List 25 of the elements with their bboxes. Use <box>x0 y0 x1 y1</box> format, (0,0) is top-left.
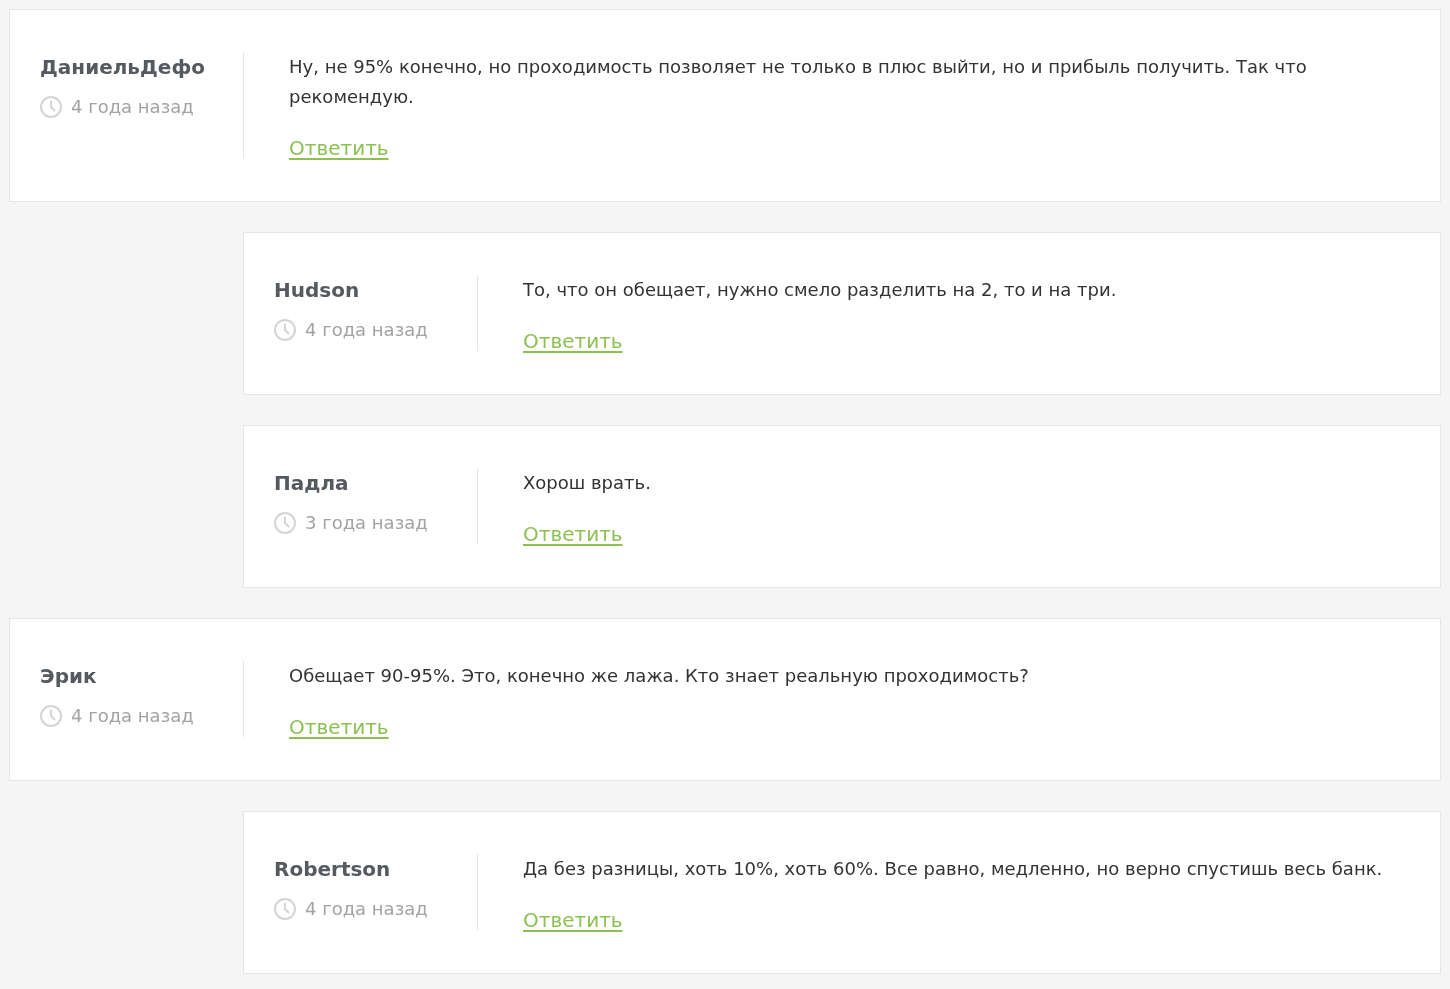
clock-icon <box>274 512 296 534</box>
clock-icon <box>274 898 296 920</box>
timestamp: 4 года назад <box>71 95 194 119</box>
timestamp: 4 года назад <box>71 704 194 728</box>
timestamp: 3 года назад <box>305 511 428 535</box>
clock-icon <box>40 96 62 118</box>
comment-text: Да без разницы, хоть 10%, хоть 60%. Все равно, медленно, но верно спустишь весь банк. <box>523 857 1383 881</box>
reply-link[interactable]: Ответить <box>523 910 623 930</box>
author-name: Эрик <box>40 663 97 690</box>
reply-link[interactable]: Ответить <box>289 717 389 737</box>
comment-text: Хорош врать. <box>523 471 651 495</box>
author-name: Падла <box>274 470 349 497</box>
clock-icon <box>40 705 62 727</box>
timestamp: 4 года назад <box>305 318 428 342</box>
author-name: Robertson <box>274 856 391 883</box>
reply-link[interactable]: Ответить <box>523 331 623 351</box>
comment-text: Ну, не 95% конечно, но проходимость позволяет не только в плюс выйти, но и прибыль получить. Так что рекомендую. <box>289 55 1308 109</box>
reply-link[interactable]: Ответить <box>523 524 623 544</box>
author-name: ДаниельДефо <box>40 54 205 81</box>
reply-link[interactable]: Ответить <box>289 138 389 158</box>
timestamp: 4 года назад <box>305 897 428 921</box>
comment-text: Обещает 90-95%. Это, конечно же лажа. Кто знает реальную проходимость? <box>289 664 1029 688</box>
comment-text: То, что он обещает, нужно смело разделить на 2, то и на три. <box>523 278 1117 302</box>
author-name: Hudson <box>274 277 360 304</box>
clock-icon <box>274 319 296 341</box>
